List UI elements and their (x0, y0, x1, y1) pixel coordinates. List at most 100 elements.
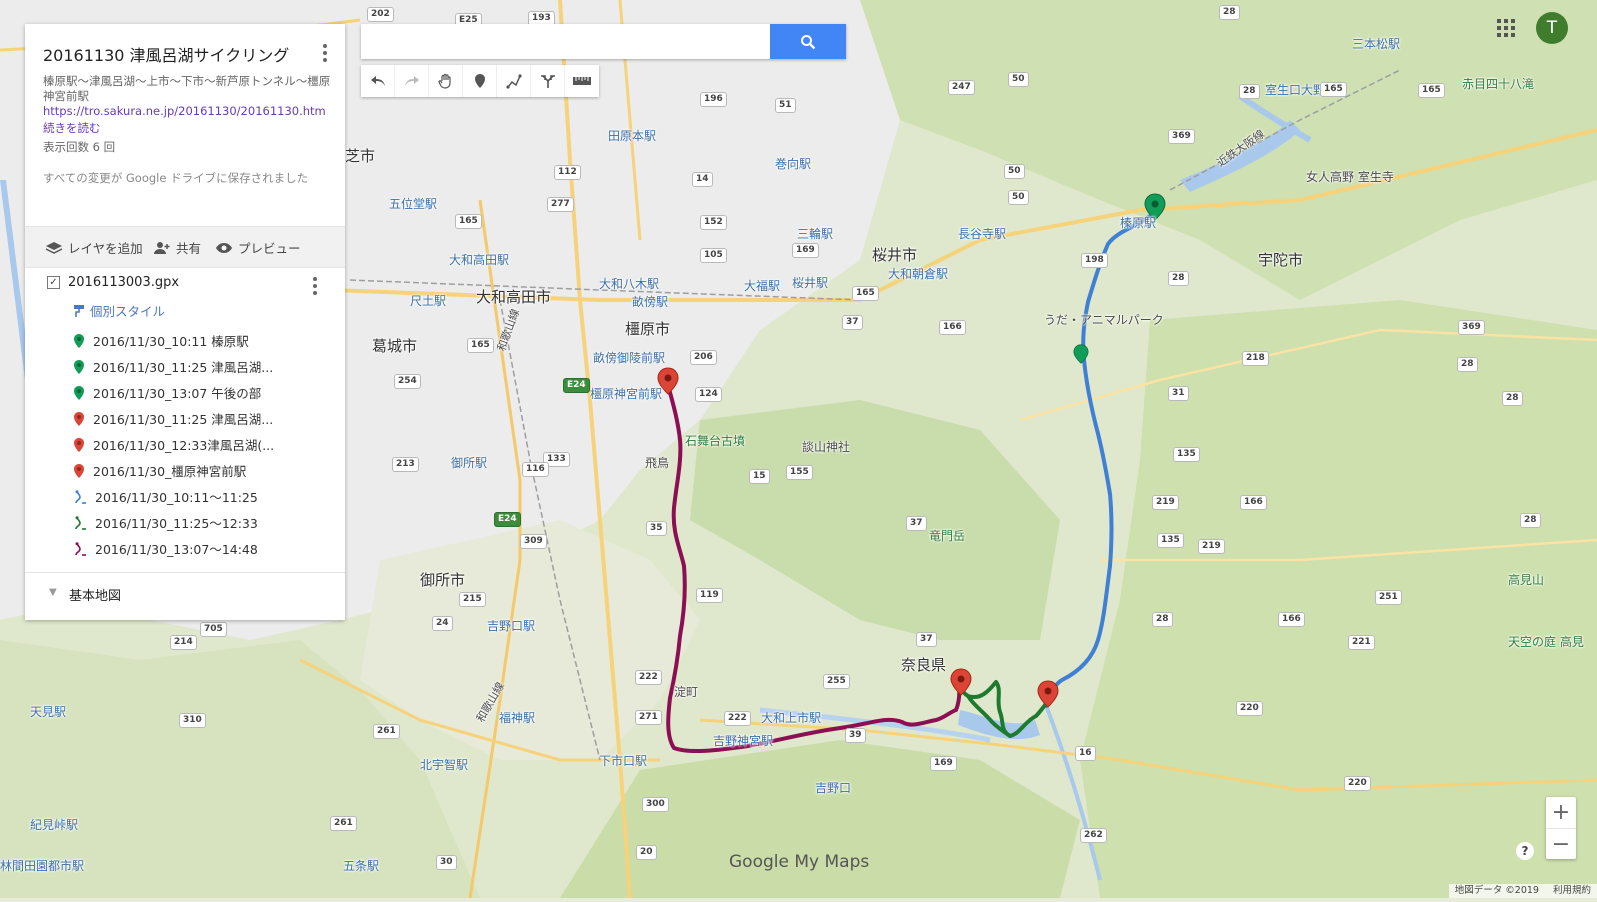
map-footer: 地図データ ©2019 利用規約 (1448, 884, 1597, 898)
map-label: 大和朝倉駅 (888, 267, 949, 281)
avatar[interactable]: T (1536, 12, 1568, 44)
feature-list-item[interactable]: 2016/11/30_13:07 午後の部 (73, 383, 261, 402)
route-shield: 50 (1008, 72, 1029, 87)
feature-label: 2016/11/30_橿原神宮前駅 (93, 464, 247, 479)
route-icon (75, 515, 86, 530)
feature-list-item[interactable]: 2016/11/30_11:25 津風呂湖... (73, 409, 273, 428)
route-shield: 218 (1242, 351, 1269, 366)
route-shield: 37 (916, 632, 937, 647)
map-label: 飛鳥 (645, 456, 670, 470)
apps-grid-icon[interactable] (1497, 19, 1515, 37)
route-shield: 169 (792, 243, 819, 258)
green-pin-icon (74, 385, 84, 400)
map-label: 石舞台古墳 (685, 434, 746, 448)
route-shield: 37 (906, 516, 927, 531)
map-label: 吉野口駅 (487, 619, 536, 633)
route-shield: 119 (696, 588, 723, 603)
map-link[interactable]: https://tro.sakura.ne.jp/20161130/201611… (43, 104, 331, 118)
zoom-out-button[interactable]: − (1546, 829, 1576, 860)
share-button[interactable]: 共有 (153, 238, 201, 257)
view-count: 表示回数 6 回 (43, 140, 116, 154)
feature-list-item[interactable]: 2016/11/30_10:11～11:25 (73, 487, 258, 506)
map-label: 桜井駅 (792, 276, 829, 290)
map-label: 談山神社 (802, 440, 851, 454)
map-label: 北宇智駅 (420, 758, 469, 772)
directions-button[interactable] (531, 65, 565, 97)
red-pin-icon[interactable] (950, 668, 972, 696)
route-shield: 255 (823, 674, 850, 689)
map-label: 三輪駅 (797, 227, 834, 241)
feature-list-item[interactable]: 2016/11/30_12:33津風呂湖(... (73, 435, 274, 454)
map-label: 竜門岳 (929, 529, 966, 543)
measure-button[interactable] (565, 65, 598, 97)
green-pin-icon[interactable] (1073, 344, 1089, 364)
map-label: 紀見峠駅 (30, 818, 79, 832)
route-shield: 219 (1198, 539, 1225, 554)
route-shield: 222 (724, 711, 751, 726)
layer-name[interactable]: 2016113003.gpx (68, 275, 179, 290)
chevron-down-icon[interactable]: ▼ (49, 587, 57, 598)
route-shield: 20 (636, 845, 657, 860)
undo-button[interactable] (361, 65, 395, 97)
route-shield: 15 (749, 469, 770, 484)
map-label: 淀町 (674, 685, 699, 699)
route-icon (75, 541, 86, 556)
route-shield: 222 (635, 670, 662, 685)
search-button[interactable] (770, 24, 846, 59)
route-shield: 206 (690, 350, 717, 365)
draw-line-button[interactable] (497, 65, 531, 97)
pan-button[interactable] (429, 65, 463, 97)
map-label: 大和高田駅 (449, 253, 510, 267)
map-label: 下市口駅 (599, 754, 648, 768)
route-shield: 50 (1004, 164, 1025, 179)
route-shield: 112 (554, 165, 581, 180)
feature-label: 2016/11/30_13:07～14:48 (95, 542, 258, 557)
route-icon (75, 489, 86, 504)
map-label: 宇陀市 (1258, 251, 1304, 269)
route-shield: 51 (775, 98, 796, 113)
feature-list-item[interactable]: 2016/11/30_橿原神宮前駅 (73, 461, 246, 480)
map-label: 大和上市駅 (761, 711, 822, 725)
route-shield: E24 (563, 378, 590, 393)
map-options-menu-icon[interactable] (323, 44, 327, 62)
route-shield: 135 (1173, 447, 1200, 462)
search-input[interactable] (361, 24, 766, 59)
feature-list-item[interactable]: 2016/11/30_10:11 榛原駅 (73, 331, 249, 350)
route-shield: 215 (459, 592, 486, 607)
route-shield: 165 (1320, 82, 1347, 97)
layer-options-menu-icon[interactable] (313, 277, 317, 295)
help-icon[interactable]: ? (1516, 842, 1534, 860)
layer-row[interactable]: ✓ 2016113003.gpx (47, 275, 179, 290)
map-label: 畝傍御陵前駅 (593, 351, 666, 365)
feature-list-item[interactable]: 2016/11/30_11:25 津風呂湖... (73, 357, 273, 376)
map-label: 三本松駅 (1352, 37, 1401, 51)
save-status: すべての変更が Google ドライブに保存されました (43, 171, 309, 185)
map-label: 芝市 (345, 147, 376, 165)
read-more-link[interactable]: 続きを読む (43, 120, 101, 136)
map-label: 吉野神宮駅 (713, 734, 774, 748)
individual-style-link[interactable]: 個別スタイル (73, 301, 165, 320)
add-layer-button[interactable]: レイヤを追加 (45, 238, 143, 257)
terms-link[interactable]: 利用規約 (1553, 884, 1591, 898)
feature-list-item[interactable]: 2016/11/30_13:07～14:48 (73, 539, 258, 558)
route-shield: 165 (455, 214, 482, 229)
route-shield: 247 (948, 80, 975, 95)
share-label: 共有 (176, 241, 202, 256)
layer-checkbox[interactable]: ✓ (47, 276, 60, 289)
preview-button[interactable]: プレビュー (215, 238, 301, 257)
map-label: 五条駅 (343, 859, 380, 873)
map-label: 御所市 (420, 571, 466, 589)
marker-icon (474, 74, 485, 88)
map-label: 長谷寺駅 (958, 227, 1007, 241)
map-label: 桜井市 (872, 246, 918, 264)
red-pin-icon[interactable] (1037, 680, 1059, 708)
feature-list-item[interactable]: 2016/11/30_11:25～12:33 (73, 513, 258, 532)
base-map-row[interactable]: ▼ 基本地図 (25, 572, 345, 621)
zoom-in-button[interactable]: + (1546, 797, 1576, 829)
google-my-maps-logo: Google My Maps (729, 852, 870, 872)
route-shield: 116 (522, 462, 549, 477)
route-shield: 198 (1081, 253, 1108, 268)
redo-button[interactable] (395, 65, 429, 97)
add-marker-button[interactable] (463, 65, 497, 97)
map-title[interactable]: 20161130 津風呂湖サイクリング (43, 42, 289, 66)
